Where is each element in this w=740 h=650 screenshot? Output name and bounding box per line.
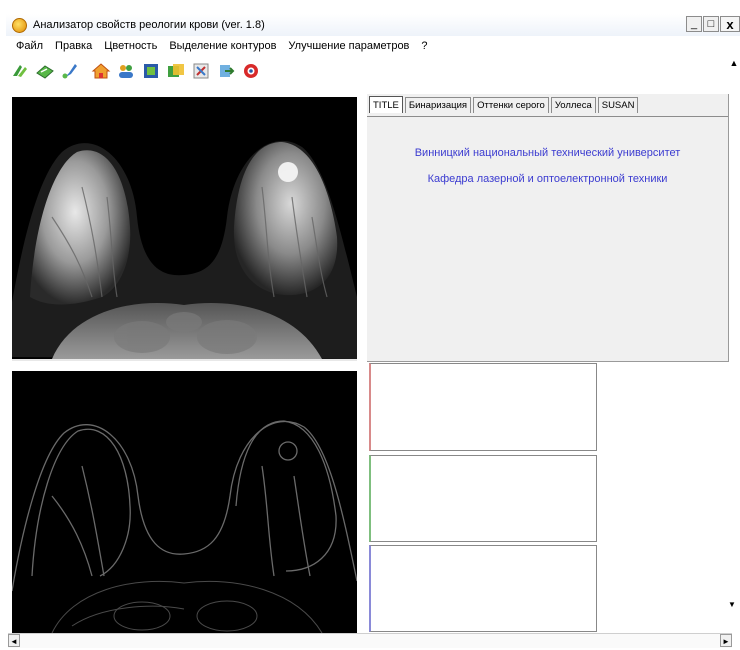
tab-susan[interactable]: SUSAN	[597, 97, 639, 113]
tabs-panel: TITLE Бинаризация Оттенки серого Уоллеса…	[367, 94, 729, 362]
brush-icon[interactable]	[59, 60, 81, 82]
tab-grayscale[interactable]: Оттенки серого	[473, 97, 549, 113]
close-button[interactable]: x	[720, 16, 740, 32]
scroll-left-arrow-icon[interactable]: ◄	[8, 634, 20, 647]
help-icon[interactable]	[240, 60, 262, 82]
menu-bar: Файл Правка Цветность Выделение контуров…	[6, 37, 740, 54]
book-icon[interactable]	[140, 60, 162, 82]
home-icon[interactable]	[90, 60, 112, 82]
scroll-down-arrow-icon[interactable]: ▼	[726, 600, 738, 609]
scroll-right-arrow-icon[interactable]: ►	[720, 634, 732, 647]
tab-title[interactable]: TITLE	[369, 96, 403, 113]
app-window: Анализатор свойств реологии крови (ver. …	[0, 0, 740, 650]
window-controls: _ □ x	[685, 16, 740, 32]
save-icon[interactable]	[34, 60, 56, 82]
toolbar	[6, 56, 740, 86]
contour-image-view[interactable]	[12, 371, 357, 633]
horizontal-scrollbar[interactable]: ◄ ►	[8, 633, 732, 648]
menu-color[interactable]: Цветность	[104, 40, 157, 52]
title-bar[interactable]: Анализатор свойств реологии крови (ver. …	[6, 14, 740, 36]
scroll-up-arrow-icon[interactable]: ▲	[728, 58, 740, 72]
menu-help[interactable]: ?	[421, 40, 427, 52]
minimize-button[interactable]: _	[686, 16, 702, 32]
maximize-button[interactable]: □	[703, 16, 719, 32]
green-channel-graph	[369, 455, 597, 542]
department-name: Кафедра лазерной и оптоелектронной техни…	[427, 173, 668, 185]
tab-binarization[interactable]: Бинаризация	[404, 97, 472, 113]
open-icon[interactable]	[9, 60, 31, 82]
menu-edit[interactable]: Правка	[55, 40, 92, 52]
window-title: Анализатор свойств реологии крови (ver. …	[33, 19, 265, 31]
university-name: Винницкий национальный технический униве…	[414, 147, 681, 159]
tools-icon[interactable]	[190, 60, 212, 82]
users-icon[interactable]	[115, 60, 137, 82]
app-logo-icon	[12, 17, 27, 33]
copy-icon[interactable]	[165, 60, 187, 82]
export-icon[interactable]	[215, 60, 237, 82]
red-channel-graph	[369, 363, 597, 451]
menu-contours[interactable]: Выделение контуров	[169, 40, 276, 52]
tab-content-title: Винницкий национальный технический униве…	[367, 116, 728, 362]
vertical-scrollbar[interactable]: ▼	[726, 600, 738, 630]
menu-enhance[interactable]: Улучшение параметров	[288, 40, 409, 52]
blue-channel-graph	[369, 545, 597, 632]
tab-strip: TITLE Бинаризация Оттенки серого Уоллеса…	[369, 96, 640, 113]
menu-file[interactable]: Файл	[16, 40, 43, 52]
tab-wallace[interactable]: Уоллеса	[550, 97, 596, 113]
source-image-view[interactable]	[12, 97, 357, 361]
